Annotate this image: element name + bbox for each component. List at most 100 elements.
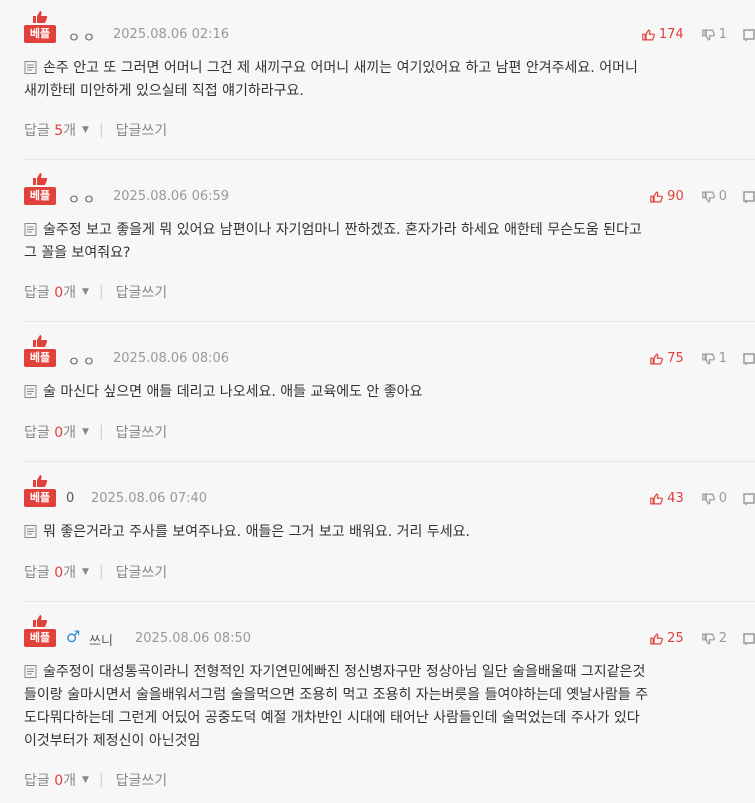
flag-icon [743, 28, 755, 41]
reply-row: 답글 0개 ▼ | 답글쓰기 [24, 282, 167, 302]
thumbs-down-icon [701, 191, 715, 202]
comment-date: 2025.08.06 07:40 [91, 491, 208, 506]
write-reply-button[interactable]: 답글쓰기 [116, 422, 168, 442]
replies-toggle[interactable]: 답글 0개 [24, 422, 76, 442]
divider: | [98, 424, 104, 440]
write-reply-button[interactable]: 답글쓰기 [116, 562, 168, 582]
downvote-button[interactable]: 1 [701, 351, 727, 366]
reply-count: 0 [54, 285, 64, 301]
comment-line: 새끼한테 미안하게 있으실테 직접 얘기하라구요. [24, 83, 304, 99]
thumbs-up-icon [642, 29, 655, 40]
vote-bar: 25 2 [650, 631, 755, 646]
best-label: 베플 [24, 25, 56, 43]
chevron-down-icon[interactable]: ▼ [82, 287, 89, 297]
upvote-button[interactable]: 25 [650, 631, 684, 646]
report-button[interactable] [743, 28, 755, 41]
chevron-down-icon[interactable]: ▼ [82, 125, 89, 135]
vote-bar: 75 1 [650, 351, 755, 366]
comment-body: 손주 안고 또 그러면 어머니 그건 제 새끼구요 어머니 새끼는 여기있어요 … [24, 57, 744, 103]
nickname[interactable]: 쓰니 [89, 630, 113, 649]
thumbs-down-icon [701, 633, 715, 644]
nickname[interactable]: 0 [66, 491, 74, 506]
report-button[interactable] [743, 492, 755, 505]
comment-date: 2025.08.06 02:16 [113, 27, 230, 42]
document-icon [24, 525, 37, 538]
comment-line: 술주정이 대성통곡이라니 전형적인 자기연민에빠진 정신병자구만 정상아님 일단… [24, 661, 744, 684]
chevron-down-icon[interactable]: ▼ [82, 567, 89, 577]
downvote-count: 1 [718, 27, 727, 42]
thumbs-up-icon [33, 335, 48, 347]
divider: | [98, 284, 104, 300]
downvote-button[interactable]: 1 [701, 27, 727, 42]
thumbs-down-icon [701, 493, 715, 504]
comment-line: 술 마신다 싶으면 애들 데리고 나오세요. 애들 교육에도 안 좋아요 [24, 381, 744, 404]
best-label: 베플 [24, 629, 56, 647]
reply-row: 답글 0개 ▼ | 답글쓰기 [24, 562, 167, 582]
document-icon [24, 665, 37, 678]
replies-toggle[interactable]: 답글 5개 [24, 120, 76, 140]
downvote-button[interactable]: 0 [701, 491, 727, 506]
reply-count: 5 [54, 123, 64, 139]
flag-icon [743, 632, 755, 645]
write-reply-button[interactable]: 답글쓰기 [116, 120, 168, 140]
comment-line: 도다뭐다하는데 그런게 어딨어 공중도덕 예절 개차반인 시대에 태어난 사람들… [24, 710, 640, 726]
comment-line: 들이랑 술마시면서 술을배워서그럼 술을먹으면 조용히 먹고 조용히 자는버릇을… [24, 687, 649, 703]
upvote-button[interactable]: 43 [650, 491, 684, 506]
downvote-count: 0 [718, 189, 727, 204]
upvote-count: 25 [667, 631, 684, 646]
nickname[interactable]: ㅇㅇ [68, 27, 98, 46]
flag-icon [743, 352, 755, 365]
replies-toggle[interactable]: 답글 0개 [24, 562, 76, 582]
downvote-button[interactable]: 0 [701, 189, 727, 204]
nickname[interactable]: ㅇㅇ [68, 351, 98, 370]
replies-toggle[interactable]: 답글 0개 [24, 282, 76, 302]
document-icon [24, 385, 37, 398]
downvote-count: 2 [718, 631, 727, 646]
divider [24, 601, 755, 602]
reply-count: 0 [54, 425, 64, 441]
divider: | [98, 122, 104, 138]
upvote-button[interactable]: 90 [650, 189, 684, 204]
thumbs-up-icon [33, 11, 48, 23]
report-button[interactable] [743, 352, 755, 365]
best-label: 베플 [24, 349, 56, 367]
reply-row: 답글 0개 ▼ | 답글쓰기 [24, 422, 167, 442]
document-icon [24, 223, 37, 236]
nickname[interactable]: ㅇㅇ [68, 189, 98, 208]
document-icon [24, 61, 37, 74]
report-button[interactable] [743, 632, 755, 645]
upvote-button[interactable]: 75 [650, 351, 684, 366]
thumbs-down-icon [701, 29, 715, 40]
comment-date: 2025.08.06 06:59 [113, 189, 230, 204]
upvote-count: 90 [667, 189, 684, 204]
thumbs-up-icon [650, 493, 664, 504]
divider: | [98, 772, 104, 788]
vote-bar: 174 1 [642, 27, 755, 42]
reply-row: 답글 5개 ▼ | 답글쓰기 [24, 120, 167, 140]
reply-count: 0 [54, 773, 64, 789]
comment-line: 술주정 보고 좋을게 뭐 있어요 남편이나 자기엄마니 짠하겠죠. 혼자가라 하… [24, 219, 744, 242]
comment-body: 뭐 좋은거라고 주사를 보여주나요. 애들은 그거 보고 배워요. 거리 두세요… [24, 521, 744, 544]
thumbs-up-icon [650, 191, 664, 202]
write-reply-button[interactable]: 답글쓰기 [116, 282, 168, 302]
comment-date: 2025.08.06 08:50 [135, 631, 252, 646]
write-reply-button[interactable]: 답글쓰기 [116, 770, 168, 790]
chevron-down-icon[interactable]: ▼ [82, 427, 89, 437]
male-symbol-icon: ♂ [66, 627, 81, 646]
downvote-count: 0 [718, 491, 727, 506]
downvote-button[interactable]: 2 [701, 631, 727, 646]
replies-toggle[interactable]: 답글 0개 [24, 770, 76, 790]
report-button[interactable] [743, 190, 755, 203]
divider [24, 461, 755, 462]
divider [24, 321, 755, 322]
flag-icon [743, 492, 755, 505]
best-label: 베플 [24, 489, 56, 507]
chevron-down-icon[interactable]: ▼ [82, 775, 89, 785]
thumbs-up-icon [33, 475, 48, 487]
thumbs-up-icon [650, 353, 664, 364]
upvote-button[interactable]: 174 [642, 27, 684, 42]
flag-icon [743, 190, 755, 203]
divider [24, 159, 755, 160]
downvote-count: 1 [718, 351, 727, 366]
comment-line: 손주 안고 또 그러면 어머니 그건 제 새끼구요 어머니 새끼는 여기있어요 … [24, 57, 744, 80]
